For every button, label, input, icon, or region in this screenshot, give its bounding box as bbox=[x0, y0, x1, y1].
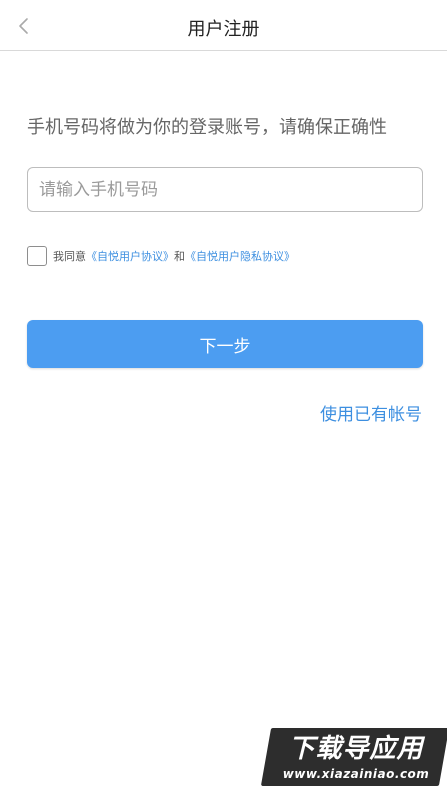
user-agreement-link[interactable]: 《自悦用户协议》 bbox=[86, 248, 174, 264]
watermark-url: www.xiazainiao.com bbox=[282, 767, 430, 781]
phone-hint-text: 手机号码将做为你的登录账号，请确保正确性 bbox=[27, 117, 387, 138]
watermark-logo: 下载导应用 www.xiazainiao.com bbox=[270, 730, 442, 786]
agreement-row: 我同意 《自悦用户协议》 和 《自悦用户隐私协议》 bbox=[27, 245, 295, 267]
privacy-agreement-link[interactable]: 《自悦用户隐私协议》 bbox=[185, 248, 295, 264]
page-title: 用户注册 bbox=[187, 19, 260, 40]
agreement-joiner: 和 bbox=[174, 250, 185, 263]
next-step-button[interactable]: 下一步 bbox=[27, 320, 423, 368]
use-existing-account-link[interactable]: 使用已有帐号 bbox=[320, 400, 422, 425]
nav-bar: 用户注册 bbox=[0, 0, 447, 51]
phone-input[interactable] bbox=[27, 167, 423, 212]
agreement-prefix: 我同意 bbox=[53, 250, 86, 263]
watermark-title: 下载导应用 bbox=[288, 734, 424, 764]
agreement-checkbox[interactable] bbox=[27, 246, 47, 266]
